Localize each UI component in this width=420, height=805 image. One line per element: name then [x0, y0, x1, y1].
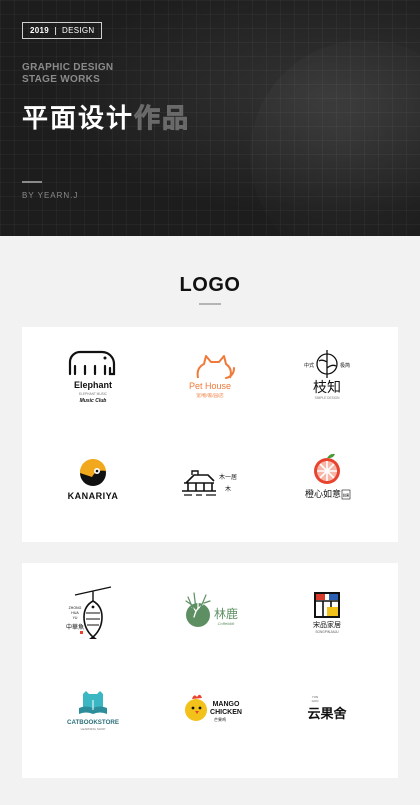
deer-name: 林鹿: [213, 606, 237, 621]
header-banner: 2019 DESIGN GRAPHIC DESIGN STAGE WORKS 平…: [0, 0, 420, 236]
fruit-name: 云果舍: [307, 706, 347, 722]
fruit-icon: YUN GUO 云果舍: [307, 695, 347, 722]
chinese-title-outline: 作品: [134, 104, 191, 135]
chinese-title-main: 平面设计: [22, 104, 135, 134]
fish-pinyin1: ZHONG: [68, 606, 81, 610]
mango-line1: MANGO: [212, 701, 239, 708]
fish-pinyin2: HUA: [71, 611, 79, 615]
logo-catbook: CATBOOKSTORE LEARNING SHOP: [30, 675, 155, 765]
zhizhi-name: 枝知: [313, 379, 341, 396]
logo-fish: ZHONG HUA YU 中華魚: [30, 578, 155, 668]
english-title: GRAPHIC DESIGN STAGE WORKS: [22, 62, 113, 86]
pethouse-name: Pet House: [188, 381, 230, 391]
book-sub: LEARNING SHOP: [80, 727, 105, 731]
logo-building: 木一居 木: [147, 442, 272, 532]
fruit-small2: GUO: [311, 699, 319, 703]
kanariya-name: KANARIYA: [67, 491, 118, 501]
building-cn2: 木: [224, 485, 230, 493]
elephant-small: ELEPHANT MUSIC: [79, 392, 108, 396]
logo-orange: 橙心如意 鲜果: [264, 442, 389, 532]
fish-name: 中華魚: [65, 623, 83, 631]
deer-sub: CoffeMilk: [217, 621, 235, 626]
decorative-glow: [250, 40, 420, 236]
elephant-name: Elephant: [73, 380, 111, 390]
orange-tag: 鲜果: [342, 493, 349, 498]
home-sub: SONGPINJIAJU: [315, 630, 339, 634]
logo-zhizhi: 中式 极简 枝知 SIMPLE DESIGN: [264, 337, 389, 427]
year-category-badge: 2019 DESIGN: [22, 22, 103, 39]
book-name: CATBOOKSTORE: [66, 719, 118, 726]
orange-name: 橙心如意: [304, 488, 340, 500]
bird-icon: KANARIYA: [67, 458, 118, 501]
logo-elephant: Elephant ELEPHANT MUSIC Music Club: [30, 337, 155, 427]
badge-year: 2019: [30, 26, 49, 35]
mango-line2: CHICKEN: [210, 709, 242, 716]
logo-deer: 林鹿 CoffeMilk: [147, 578, 272, 668]
logo-panel-1: Elephant ELEPHANT MUSIC Music Club Pet H…: [22, 327, 398, 542]
elephant-sub: Music Club: [79, 398, 106, 404]
fish-icon: ZHONG HUA YU 中華魚: [65, 586, 111, 639]
orange-icon: 橙心如意 鲜果: [304, 453, 350, 500]
home-name: 宋品家居: [313, 620, 341, 629]
logo-panel-2: ZHONG HUA YU 中華魚 林鹿 CoffeMilk 宋品家居 SONGP…: [22, 563, 398, 778]
home-icon: 宋品家居 SONGPINJIAJU: [313, 592, 341, 634]
fish-pinyin3: YU: [72, 616, 77, 620]
mango-sub: 芒果鸡: [214, 716, 226, 722]
chinese-title: 平面设计作品: [22, 98, 190, 135]
chicken-icon: MANGO CHICKEN 芒果鸡: [184, 694, 242, 722]
english-title-line2: STAGE WORKS: [22, 74, 101, 85]
building-icon: 木一居 木: [181, 470, 237, 496]
building-cn1: 木一居: [218, 473, 236, 481]
cat-icon: Pet House 宠/物/家/园/店: [188, 355, 235, 399]
section-title-underline: [199, 303, 221, 305]
badge-category: DESIGN: [62, 26, 95, 35]
english-title-line1: GRAPHIC DESIGN: [22, 62, 114, 73]
logo-kanariya: KANARIYA: [30, 442, 155, 532]
elephant-icon: Elephant ELEPHANT MUSIC Music Club: [68, 350, 115, 404]
section-title: LOGO: [179, 274, 241, 296]
zhizhi-left: 中式: [303, 362, 313, 369]
zhizhi-sub: SIMPLE DESIGN: [314, 396, 339, 400]
logo-pet-house: Pet House 宠/物/家/园/店: [147, 337, 272, 427]
author-credit: BY YEARN.J: [22, 191, 79, 200]
badge-divider: [55, 26, 56, 35]
logo-mango-chicken: MANGO CHICKEN 芒果鸡: [147, 675, 272, 765]
deer-icon: 林鹿 CoffeMilk: [184, 592, 238, 627]
book-icon: CATBOOKSTORE LEARNING SHOP: [66, 691, 119, 731]
logo-home: 宋品家居 SONGPINJIAJU: [264, 578, 389, 668]
zhizhi-right: 极简: [339, 362, 349, 369]
pethouse-sub: 宠/物/家/园/店: [196, 392, 224, 399]
author-divider: [22, 181, 42, 183]
branch-icon: 中式 极简 枝知 SIMPLE DESIGN: [303, 350, 350, 400]
logo-yunguo: YUN GUO 云果舍: [264, 675, 389, 765]
